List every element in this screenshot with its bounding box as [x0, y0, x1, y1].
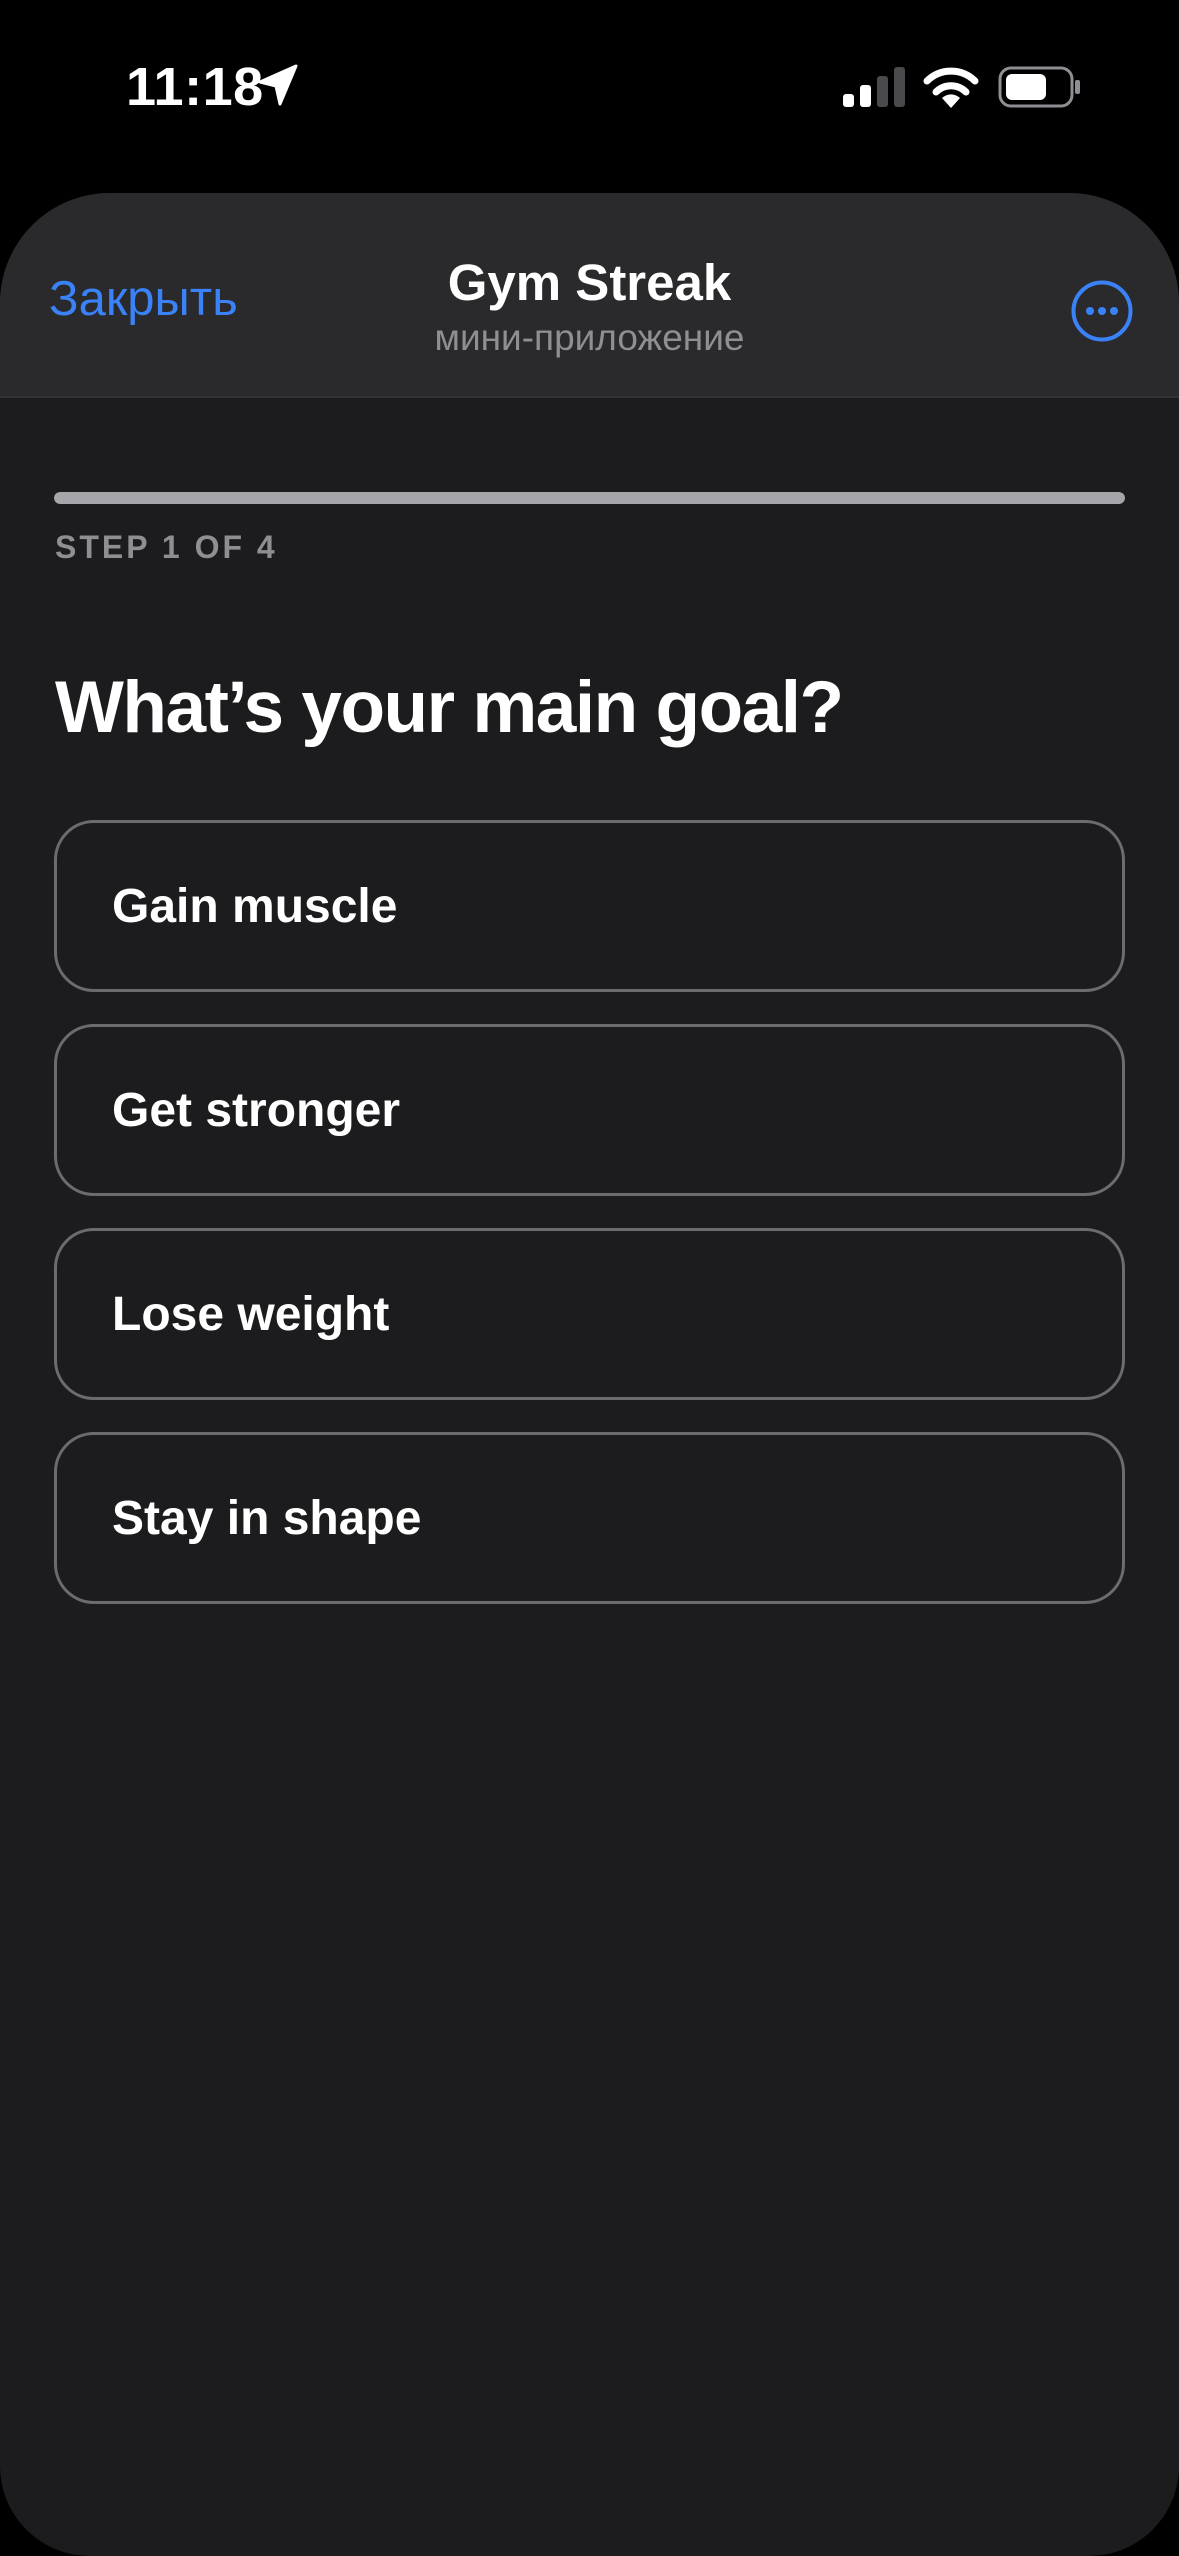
option-stay-in-shape[interactable]: Stay in shape [54, 1432, 1125, 1604]
option-lose-weight[interactable]: Lose weight [54, 1228, 1125, 1400]
mini-app-sheet: Закрыть Gym Streak мини-приложение STEP … [0, 193, 1179, 2556]
option-label: Get stronger [112, 1083, 401, 1137]
wifi-icon [923, 67, 979, 108]
app-subtitle: мини-приложение [434, 317, 745, 358]
step-label: STEP 1 OF 4 [55, 529, 278, 565]
battery-icon [998, 66, 1080, 108]
cellular-signal-icon [843, 67, 905, 107]
option-get-stronger[interactable]: Get stronger [54, 1024, 1125, 1196]
progress-bar [54, 492, 1125, 504]
progress-fill [54, 492, 1125, 504]
option-label: Gain muscle [112, 879, 398, 933]
app-title: Gym Streak [447, 254, 732, 311]
question-heading: What’s your main goal? [55, 667, 844, 748]
location-arrow-icon [258, 64, 298, 106]
status-time: 11:18 [126, 57, 264, 117]
option-label: Stay in shape [112, 1491, 422, 1545]
more-ellipsis-icon[interactable] [1071, 280, 1133, 342]
goal-options: Gain muscle Get stronger Lose weight Sta… [54, 820, 1125, 1636]
status-bar: 11:18 [0, 0, 1179, 190]
option-label: Lose weight [112, 1287, 390, 1341]
sheet-header: Закрыть Gym Streak мини-приложение [0, 193, 1179, 398]
option-gain-muscle[interactable]: Gain muscle [54, 820, 1125, 992]
